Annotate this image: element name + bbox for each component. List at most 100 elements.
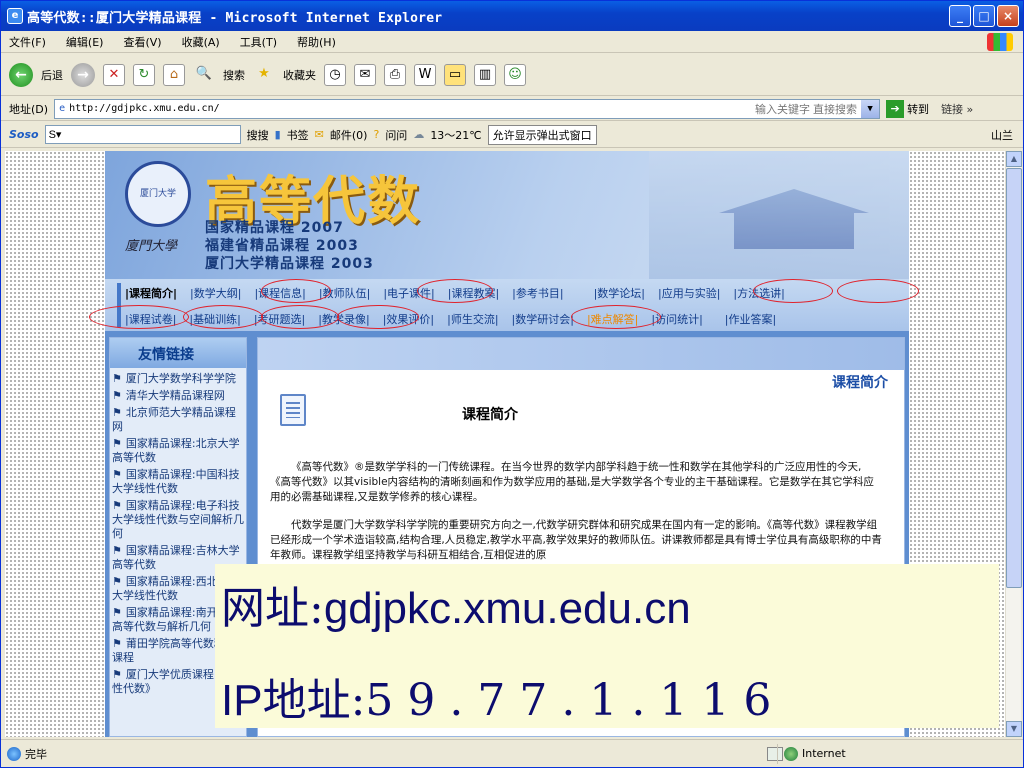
course-nav: |课程简介| |数学大纲| |课程信息| |教师队伍| |电子课件| |课程教案… xyxy=(89,279,919,331)
zone-label: Internet xyxy=(802,747,846,760)
menu-tools[interactable]: 工具(T) xyxy=(240,34,277,50)
highlight-oval xyxy=(837,279,919,303)
sidebar-link-label[interactable]: 国家精品课程:电子科技大学线性代数与空间解析几何 xyxy=(112,499,244,540)
window-title: 高等代数::厦门大学精品课程 - Microsoft Internet Expl… xyxy=(27,10,443,26)
refresh-icon[interactable]: ↻ xyxy=(133,63,155,86)
site-banner: 厦门大学 廈門大學 高等代数 国家精品课程 2007 福建省精品课程 2003 … xyxy=(105,151,909,279)
go-label: 转到 xyxy=(907,102,930,116)
address-dropdown-icon[interactable]: ▼ xyxy=(861,99,880,118)
flag-icon: ⚑ xyxy=(112,372,122,385)
windows-logo-icon xyxy=(987,33,1013,51)
sidebar-link-label[interactable]: 清华大学精品课程网 xyxy=(126,389,225,402)
weather-value[interactable]: 13～21℃ xyxy=(430,127,481,143)
menu-edit[interactable]: 编辑(E) xyxy=(66,34,104,50)
sidebar-link[interactable]: ⚑ 厦门大学数学科学学院 xyxy=(112,372,244,386)
nav-communication[interactable]: |师生交流| xyxy=(447,311,498,327)
title-bar[interactable]: e 高等代数::厦门大学精品课程 - Microsoft Internet Ex… xyxy=(1,1,1023,31)
security-zone[interactable]: Internet xyxy=(777,743,937,764)
highlight-oval xyxy=(753,279,833,303)
ask-button[interactable]: 问问 xyxy=(385,127,407,143)
overlay-url-label: 网址: xyxy=(221,583,324,634)
sidebar-link-label[interactable]: 北京师范大学精品课程网 xyxy=(112,406,236,433)
overlay-ip-line: IP地址:59.77.1.116 xyxy=(221,664,785,728)
allow-popups-button[interactable]: 允许显示弹出式窗口 xyxy=(487,124,597,145)
links-button[interactable]: 链接 » xyxy=(941,101,973,117)
nav-syllabus[interactable]: |数学大纲| xyxy=(190,285,241,301)
flag-icon: ⚑ xyxy=(112,499,122,512)
flag-icon: ⚑ xyxy=(112,637,122,650)
overlay-ip-value: 59.77.1.116 xyxy=(365,675,786,726)
go-button[interactable]: ➔ 转到 xyxy=(886,99,930,118)
sidebar-link[interactable]: ⚑ 清华大学精品课程网 xyxy=(112,389,244,403)
flag-icon: ⚑ xyxy=(112,406,122,419)
soso-search-input[interactable] xyxy=(44,125,241,144)
nav-seminar[interactable]: |数学研讨会| xyxy=(512,311,574,327)
status-bar: 完毕 Internet xyxy=(1,739,1023,767)
page-favicon-icon: e xyxy=(59,103,66,114)
highlight-oval xyxy=(417,279,493,303)
messenger-icon[interactable]: ☺ xyxy=(504,63,526,86)
history-icon[interactable]: ◷ xyxy=(324,63,346,86)
bookmarks-button[interactable]: 书签 xyxy=(287,127,309,143)
nav-course-intro[interactable]: |课程简介| xyxy=(125,285,177,301)
sidebar-link[interactable]: ⚑ 国家精品课程:电子科技大学线性代数与空间解析几何 xyxy=(112,499,244,541)
close-button[interactable]: × xyxy=(997,5,1019,27)
soso-logo[interactable]: Soso xyxy=(9,128,39,141)
edit-icon[interactable]: W xyxy=(414,63,436,86)
mail-button[interactable]: 邮件(0) xyxy=(330,127,368,143)
menu-view[interactable]: 查看(V) xyxy=(123,34,161,50)
vertical-scrollbar[interactable]: ▲ ▼ xyxy=(1005,151,1022,737)
address-label: 地址(D) xyxy=(9,102,49,116)
highlight-oval xyxy=(183,305,263,329)
back-label[interactable]: 后退 xyxy=(41,67,63,83)
annotation-overlay: 网址:gdjpkc.xmu.edu.cn IP地址:59.77.1.116 xyxy=(215,564,999,728)
mail-icon[interactable]: ✉ xyxy=(354,63,376,86)
address-url[interactable]: http://gdjpkc.xmu.edu.cn/ xyxy=(69,103,220,114)
soso-search-button[interactable]: 搜搜 xyxy=(247,127,269,143)
research-icon[interactable]: ▥ xyxy=(474,63,496,86)
sidebar-link[interactable]: ⚑ 国家精品课程:中国科技大学线性代数 xyxy=(112,468,244,496)
soso-toolbar: Soso 搜搜 ▮ 书签 ✉ 邮件(0) ? 问问 ☁ 13～21℃ 允许显示弹… xyxy=(1,122,1023,148)
address-bar: 地址(D) e http://gdjpkc.xmu.edu.cn/ 输入关键字 … xyxy=(1,97,1023,121)
search-icon[interactable]: 🔍 xyxy=(193,64,215,86)
nav-applications[interactable]: |应用与实验| xyxy=(658,285,720,301)
scroll-down-arrow-icon[interactable]: ▼ xyxy=(1006,721,1022,737)
university-seal: 厦门大学 xyxy=(125,161,191,227)
overlay-url-line: 网址:gdjpkc.xmu.edu.cn xyxy=(221,572,691,636)
forward-arrow-icon[interactable]: → xyxy=(71,62,95,87)
back-arrow-icon[interactable]: ← xyxy=(9,62,33,87)
maximize-button[interactable]: □ xyxy=(973,5,995,27)
nav-references[interactable]: |参考书目| xyxy=(512,285,563,301)
status-text: 完毕 xyxy=(25,747,47,761)
stop-icon[interactable]: ✕ xyxy=(103,63,125,86)
scroll-thumb[interactable] xyxy=(1006,168,1022,588)
nav-homework-answers[interactable]: |作业答案| xyxy=(725,311,776,327)
favorites-label[interactable]: 收藏夹 xyxy=(283,67,316,83)
sidebar-link[interactable]: ⚑ 国家精品课程:北京大学高等代数 xyxy=(112,437,244,465)
highlight-oval xyxy=(261,305,339,329)
region-label[interactable]: 山兰 xyxy=(991,127,1013,143)
sidebar-link-label[interactable]: 国家精品课程:中国科技大学线性代数 xyxy=(112,468,240,495)
menu-help[interactable]: 帮助(H) xyxy=(297,34,336,50)
flag-icon: ⚑ xyxy=(112,437,122,450)
menu-file[interactable]: 文件(F) xyxy=(9,34,46,50)
menu-favorites[interactable]: 收藏(A) xyxy=(182,34,220,50)
sidebar-link-label[interactable]: 国家精品课程:北京大学高等代数 xyxy=(112,437,240,464)
minimize-button[interactable]: _ xyxy=(949,5,971,27)
bookmark-icon[interactable]: ▮ xyxy=(275,128,281,141)
overlay-url-value: gdjpkc.xmu.edu.cn xyxy=(323,584,691,633)
print-icon[interactable]: ⎙ xyxy=(384,63,406,86)
ie-window: e 高等代数::厦门大学精品课程 - Microsoft Internet Ex… xyxy=(0,0,1024,768)
menu-bar: 文件(F) 编辑(E) 查看(V) 收藏(A) 工具(T) 帮助(H) xyxy=(1,31,1023,53)
address-input[interactable]: e http://gdjpkc.xmu.edu.cn/ 输入关键字 直接搜索 ▼ xyxy=(54,98,881,119)
scroll-up-arrow-icon[interactable]: ▲ xyxy=(1006,151,1022,167)
search-label[interactable]: 搜索 xyxy=(223,67,245,83)
sidebar-link-label[interactable]: 厦门大学数学科学学院 xyxy=(126,372,236,385)
notes-icon[interactable]: ▭ xyxy=(444,63,466,86)
highlight-oval xyxy=(571,305,661,329)
sidebar-link[interactable]: ⚑ 北京师范大学精品课程网 xyxy=(112,406,244,434)
nav-forum[interactable]: |数学论坛| xyxy=(594,285,645,301)
banner-line-national: 国家精品课程 2007 xyxy=(205,220,344,236)
home-icon[interactable]: ⌂ xyxy=(163,63,185,86)
favorites-star-icon[interactable]: ★ xyxy=(253,64,275,86)
